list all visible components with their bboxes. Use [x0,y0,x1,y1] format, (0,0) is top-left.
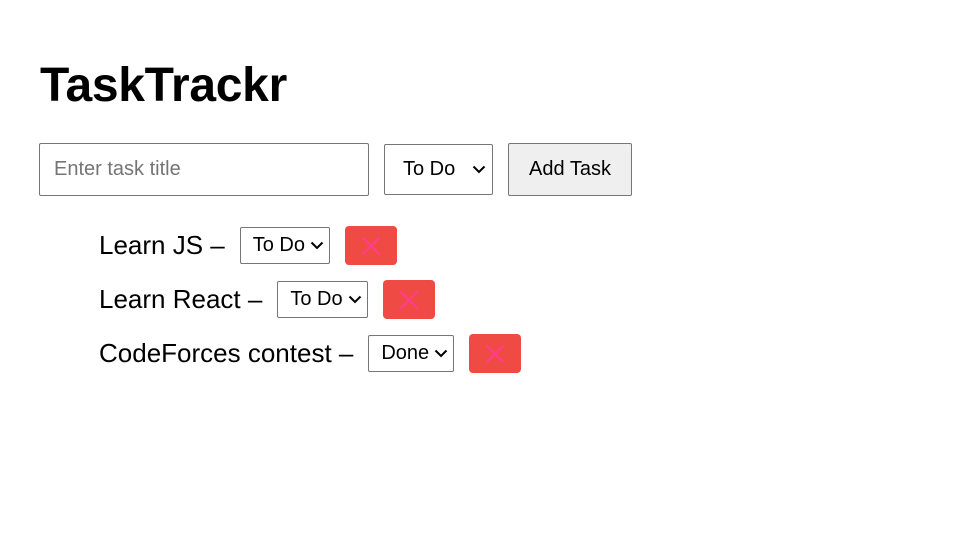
chevron-down-icon [466,145,492,194]
task-tracker-page: TaskTrackr To Do Add Task Learn JS – To … [0,0,979,550]
select-value: To Do [290,288,343,310]
list-item: Learn React – To Do [99,280,521,319]
delete-task-button[interactable] [345,226,397,265]
delete-task-button[interactable] [469,334,522,373]
chevron-down-icon [305,228,329,263]
task-status-select[interactable]: To Do [239,227,330,264]
select-value: To Do [403,158,456,180]
chevron-down-icon [343,282,367,317]
new-task-status-select[interactable]: To Do [384,144,493,195]
add-task-button[interactable]: Add Task [508,143,632,196]
page-title: TaskTrackr [40,59,287,112]
task-status-select[interactable]: To Do [277,281,368,318]
select-value: To Do [252,234,305,256]
task-title: CodeForces contest – [99,338,354,368]
delete-task-button[interactable] [382,280,435,319]
task-list: Learn JS – To Do Learn React – To Do Cod… [99,226,522,388]
list-item: CodeForces contest – Done [99,334,522,373]
task-status-select[interactable]: Done [368,335,455,372]
task-title-input[interactable] [39,143,369,196]
chevron-down-icon [429,336,453,371]
list-item: Learn JS – To Do [99,226,521,265]
select-value: Done [381,342,430,364]
task-title: Learn React – [99,284,263,314]
close-icon [361,236,381,255]
task-title: Learn JS – [99,230,225,260]
close-icon [399,290,418,309]
close-icon [486,344,505,363]
